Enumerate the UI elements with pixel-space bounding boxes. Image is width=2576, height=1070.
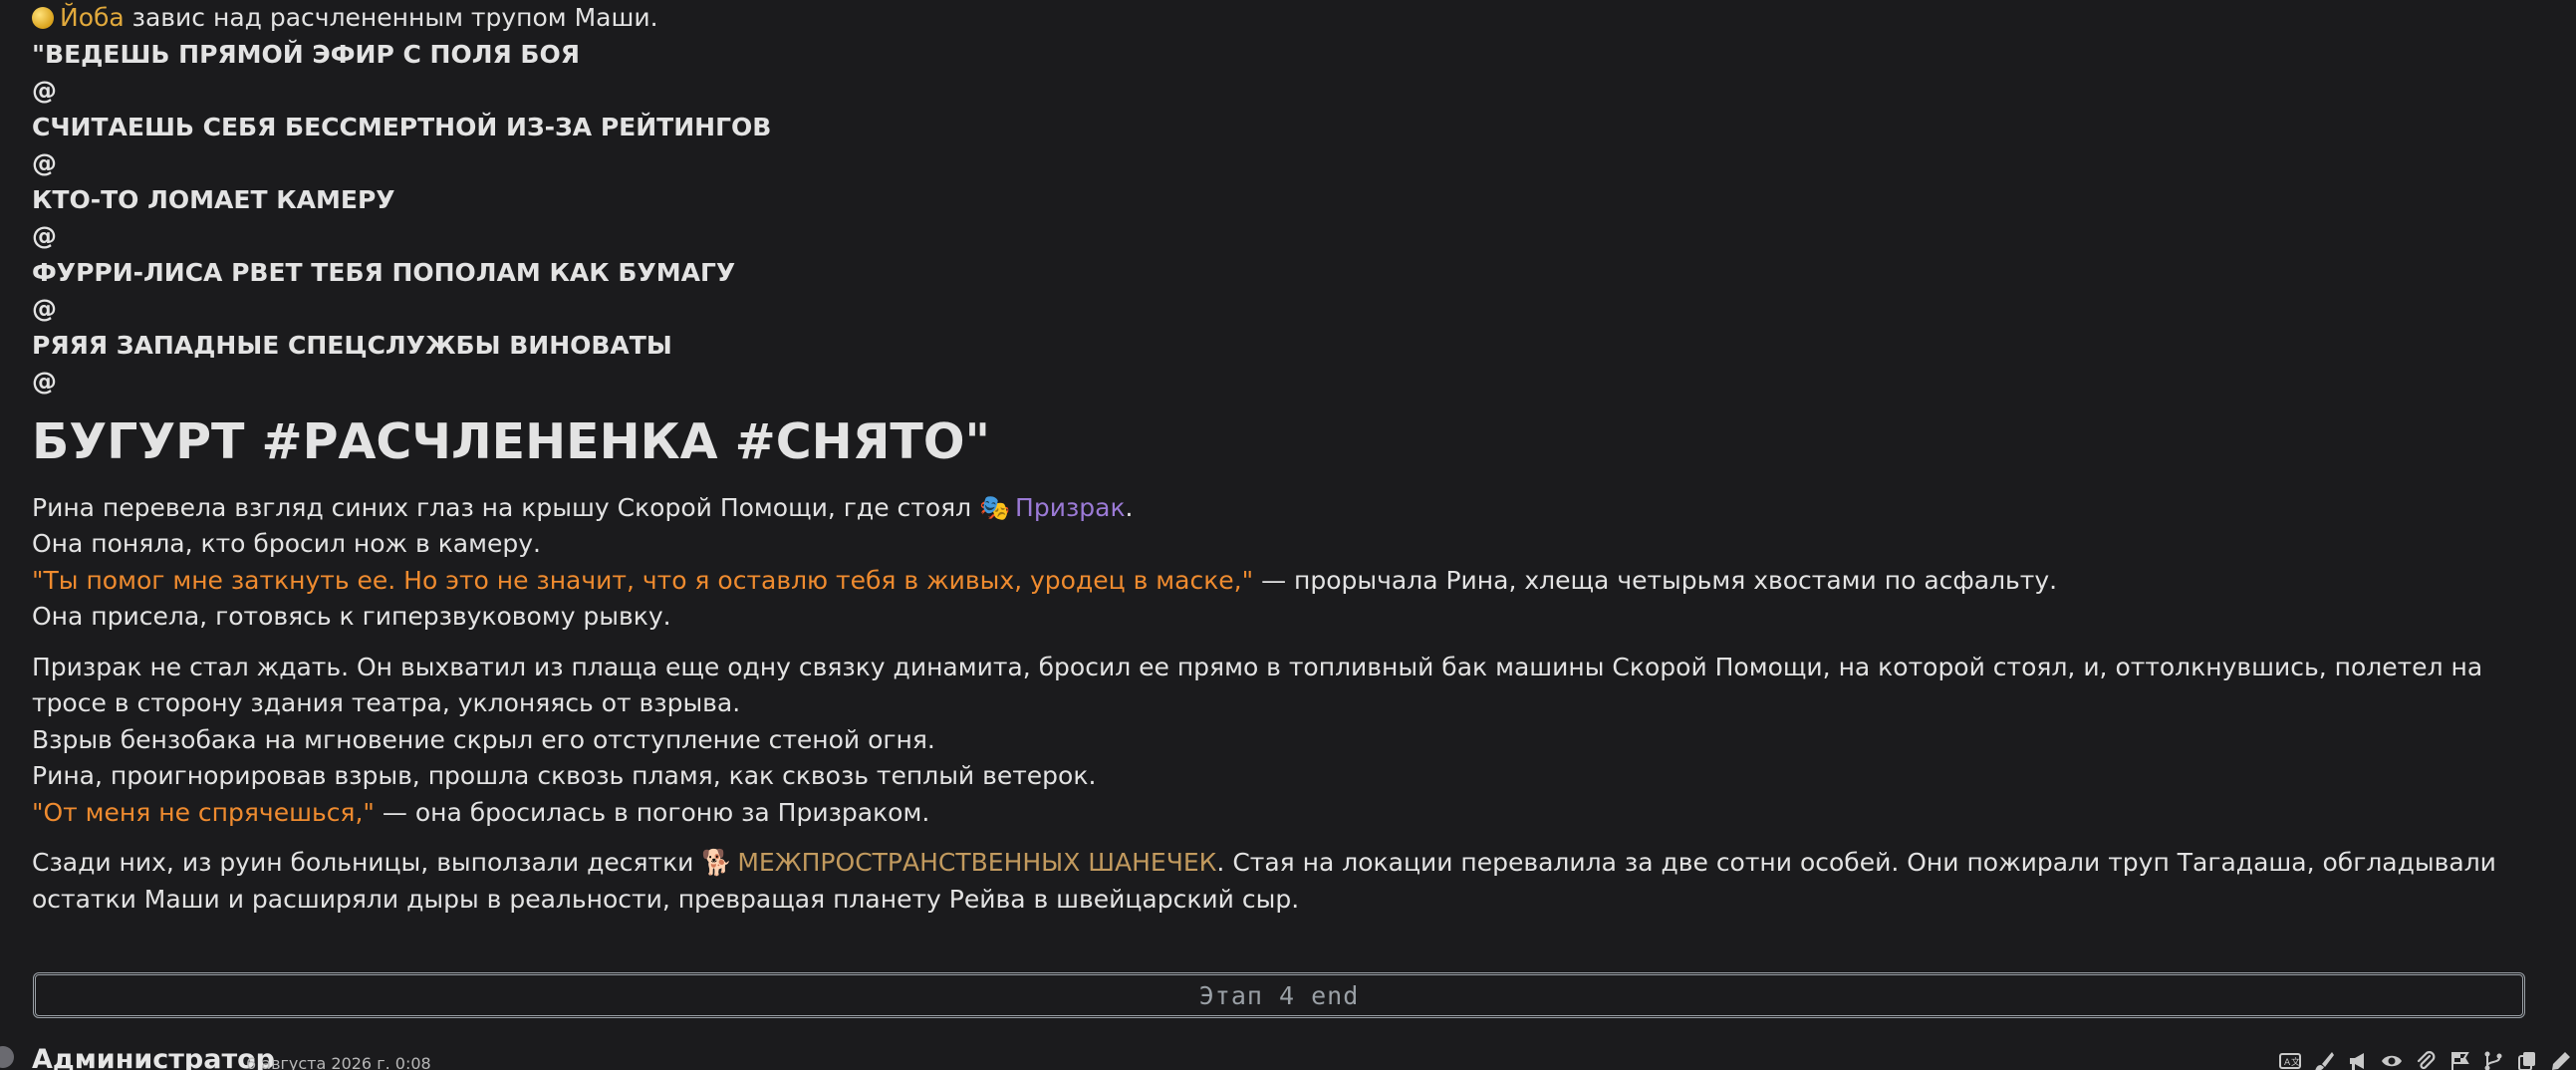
chant-separator: @ [32, 221, 57, 250]
translate-icon[interactable]: A文 [2279, 1050, 2301, 1070]
copy-icon[interactable] [2516, 1050, 2538, 1070]
coin-icon [32, 7, 54, 29]
message-text: . [1125, 492, 1134, 522]
author-name[interactable]: Администратор [32, 1044, 275, 1070]
svg-text:文: 文 [2291, 1056, 2300, 1068]
message-line: "От меня не спрячешься," — она бросилась… [32, 795, 2530, 832]
theater-masks-icon: 🎭 [979, 492, 1011, 522]
character-name-shanechki[interactable]: МЕЖПРОСТРАНСТВЕННЫХ ШАНЕЧЕК [737, 848, 1216, 877]
character-name-prizrak[interactable]: Призрак [1015, 493, 1126, 522]
chant-separator: @ [32, 294, 57, 323]
message-text: Рина перевела взгляд синих глаз на крышу… [32, 492, 980, 522]
message-line: Рина, проигнорировав взрыв, прошла сквоз… [32, 761, 1097, 790]
branch-icon[interactable] [2482, 1050, 2504, 1070]
chant-separator: @ [32, 148, 57, 177]
message-text: — она бросилась в погоню за Призраком. [374, 797, 930, 827]
message-text: завис над расчлененным трупом Маши. [124, 3, 658, 32]
paperclip-icon[interactable] [2415, 1050, 2437, 1070]
stage-marker: Этап 4 end [33, 972, 2525, 1018]
quote-text: "Ты помог мне заткнуть ее. Но это не зна… [32, 565, 1254, 595]
message-line: Йоба завис над расчлененным трупом Маши. [32, 0, 2530, 37]
message-line: Взрыв бензобака на мгновение скрыл его о… [32, 724, 935, 754]
message-text: Сзади них, из руин больницы, выползали д… [32, 848, 702, 877]
chant-line: КТО-ТО ЛОМАЕТ КАМЕРУ [32, 184, 395, 214]
message-line: Сзади них, из руин больницы, выползали д… [32, 845, 2530, 918]
megaphone-icon[interactable] [2347, 1050, 2369, 1070]
chant-line: РЯЯЯ ЗАПАДНЫЕ СПЕЦСЛУЖБЫ ВИНОВАТЫ [32, 330, 672, 360]
flag-icon[interactable] [2448, 1050, 2470, 1070]
stage-label: Этап 4 end [1198, 980, 1360, 1010]
message-toolbar: A文 [2279, 1050, 2572, 1070]
brush-icon[interactable] [2313, 1050, 2335, 1070]
message-line: Она присела, готовясь к гиперзвуковому р… [32, 602, 671, 631]
message-line: "Ты помог мне заткнуть ее. Но это не зна… [32, 563, 2530, 600]
character-name-yoba[interactable]: Йоба [60, 3, 125, 32]
chant-line: СЧИТАЕШЬ СЕБЯ БЕССМЕРТНОЙ ИЗ-ЗА РЕЙТИНГО… [32, 112, 772, 141]
eye-icon[interactable] [2381, 1050, 2403, 1070]
next-message-header: Администратор 6 августа 2026 г. 0:08 A文 [0, 1040, 2576, 1070]
avatar[interactable] [0, 1046, 14, 1068]
message-line: Рина перевела взгляд синих глаз на крышу… [32, 490, 2530, 527]
svg-text:A: A [2284, 1058, 2291, 1068]
message-text: — прорычала Рина, хлеща четырьмя хвостам… [1253, 565, 2058, 595]
message-timestamp: 6 августа 2026 г. 0:08 [246, 1054, 431, 1070]
message-line: Призрак не стал ждать. Он выхватил из пл… [32, 652, 2483, 718]
edit-icon[interactable] [2550, 1050, 2572, 1070]
chant-separator: @ [32, 367, 57, 396]
chant-separator: @ [32, 76, 57, 105]
quote-text: "От меня не спрячешься," [32, 797, 375, 827]
chant-line: ФУРРИ-ЛИСА РВЕТ ТЕБЯ ПОПОЛАМ КАК БУМАГУ [32, 257, 736, 287]
bugurt-headline: БУГУРТ #РАСЧЛЕНЕНКА #СНЯТО" [32, 412, 991, 470]
message-line: Она поняла, кто бросил нож в камеру. [32, 529, 541, 558]
dog-icon: 🐕 [701, 848, 733, 877]
chant-line: "ВЕДЕШЬ ПРЯМОЙ ЭФИР С ПОЛЯ БОЯ [32, 39, 580, 69]
message-body: Йоба завис над расчлененным трупом Маши.… [32, 0, 2530, 918]
